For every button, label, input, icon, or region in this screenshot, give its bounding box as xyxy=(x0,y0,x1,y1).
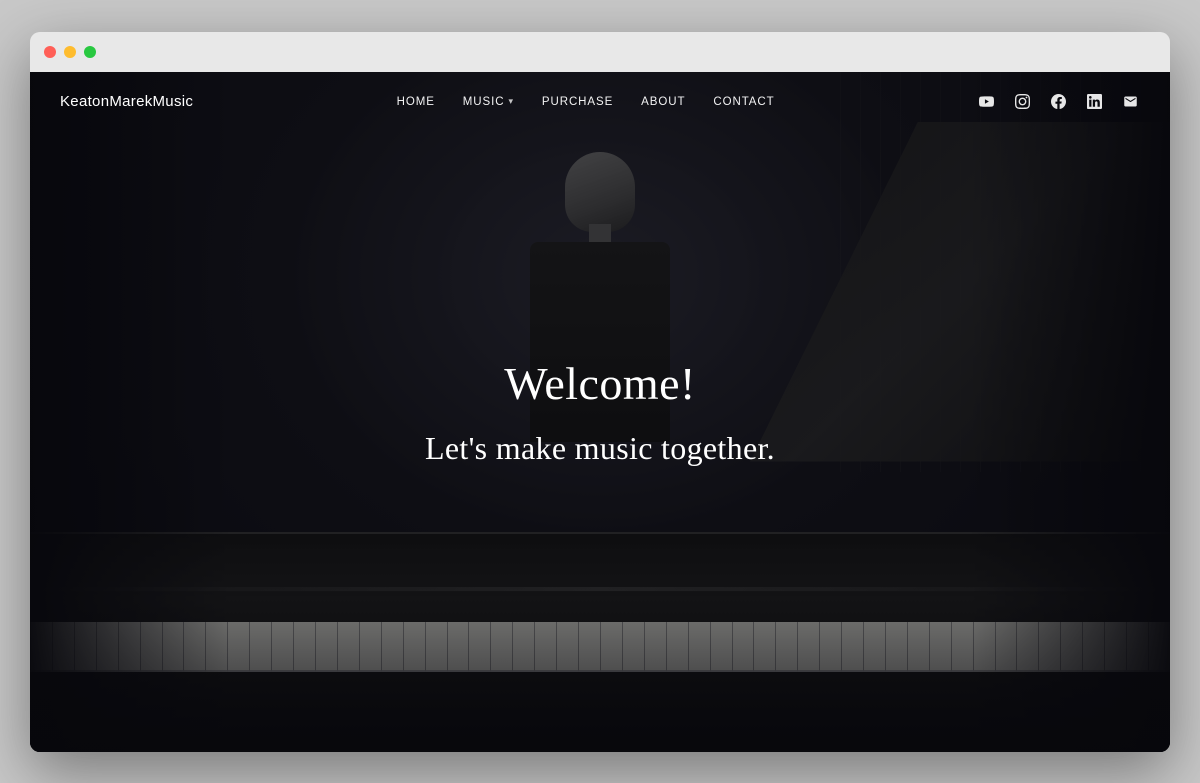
hero-welcome-text: Welcome! xyxy=(425,357,775,410)
website-content: KeatonMarekMusic HOME MUSIC ▾ PURCHASE A… xyxy=(30,72,1170,752)
facebook-icon[interactable] xyxy=(1050,93,1068,111)
nav-links: HOME MUSIC ▾ PURCHASE ABOUT CONTACT xyxy=(397,96,775,108)
minimize-button[interactable] xyxy=(64,46,76,58)
nav-link-about[interactable]: ABOUT xyxy=(641,96,685,108)
close-button[interactable] xyxy=(44,46,56,58)
browser-window: KeatonMarekMusic HOME MUSIC ▾ PURCHASE A… xyxy=(30,32,1170,752)
linkedin-icon[interactable] xyxy=(1086,93,1104,111)
navbar: KeatonMarekMusic HOME MUSIC ▾ PURCHASE A… xyxy=(30,72,1170,132)
youtube-icon[interactable] xyxy=(978,93,996,111)
instagram-icon[interactable] xyxy=(1014,93,1032,111)
brand-logo[interactable]: KeatonMarekMusic xyxy=(60,93,193,110)
fullscreen-button[interactable] xyxy=(84,46,96,58)
browser-chrome xyxy=(30,32,1170,72)
nav-link-purchase[interactable]: PURCHASE xyxy=(542,96,613,108)
social-icons xyxy=(978,93,1140,111)
email-icon[interactable] xyxy=(1122,93,1140,111)
nav-link-music[interactable]: MUSIC ▾ xyxy=(463,96,514,108)
hero-tagline-text: Let's make music together. xyxy=(425,430,775,467)
nav-link-home[interactable]: HOME xyxy=(397,96,435,108)
nav-link-contact[interactable]: CONTACT xyxy=(713,96,774,108)
music-dropdown-chevron: ▾ xyxy=(508,96,513,107)
hero-content: Welcome! Let's make music together. xyxy=(425,357,775,467)
